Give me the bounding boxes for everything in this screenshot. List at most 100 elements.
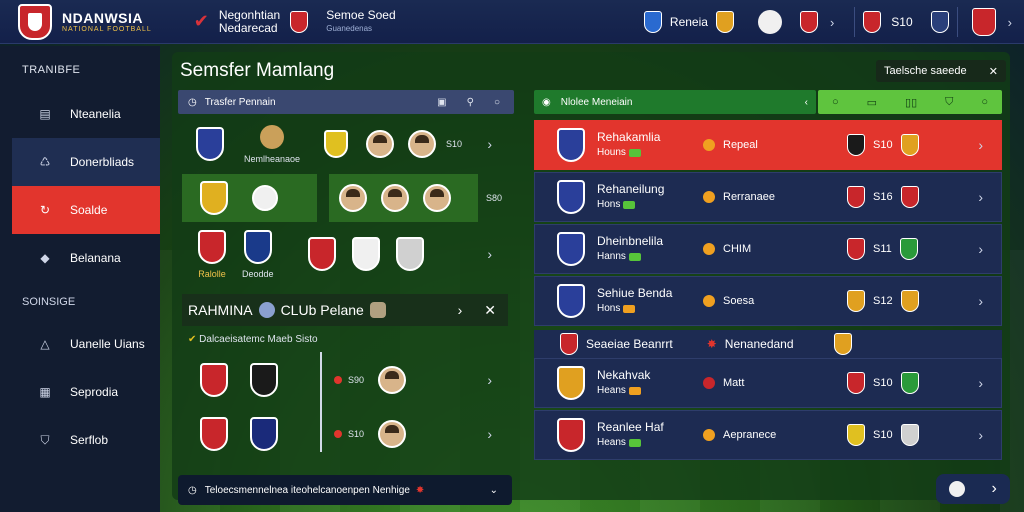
card-opponent: Rerranaee	[723, 191, 775, 203]
user-crest-icon[interactable]	[971, 8, 996, 36]
team-shield-icon	[847, 238, 865, 260]
top-score: S10	[891, 15, 913, 29]
club-crest-icon	[198, 229, 226, 264]
nav-link-2[interactable]: Semoe Soed Guanedenas	[326, 7, 396, 35]
chevron-left-icon[interactable]: ‹	[805, 97, 808, 108]
sidebar-item-nteanelia[interactable]: ▤ Nteanelia	[12, 90, 160, 138]
grid-icon[interactable]: ▯▯	[905, 96, 917, 109]
team-crest-icon-5	[930, 11, 949, 33]
circle-icon-2[interactable]: ○	[981, 96, 988, 108]
sidebar-item-donerbliads[interactable]: ♺ Donerbliads	[12, 138, 160, 186]
ball-icon[interactable]	[757, 10, 782, 34]
right-team-name[interactable]: Reneia	[670, 15, 708, 29]
sidebar-item-label: Soalde	[70, 203, 108, 217]
sidebar-item-seprodia[interactable]: ▦ Seprodia	[12, 368, 160, 416]
sidebar-item-label: Seprodia	[70, 385, 119, 399]
player-avatar-3	[423, 184, 452, 212]
chevron-right-icon[interactable]: ›	[978, 137, 983, 153]
search-icon[interactable]: ⚲	[467, 97, 474, 108]
circle-icon[interactable]: ○	[832, 96, 839, 108]
chevron-right-icon[interactable]: ›	[487, 246, 492, 262]
sidebar-item-uanelle-uians[interactable]: △ Uanelle Uians	[12, 320, 160, 368]
close-icon[interactable]: ✕	[989, 65, 998, 78]
club-crest-icon	[290, 10, 309, 33]
circle-icon[interactable]: ○	[494, 97, 500, 108]
sidebar-item-soalde[interactable]: ↻ Soalde	[12, 186, 160, 234]
club-row[interactable]: S90 ›	[182, 356, 502, 404]
divider-2	[956, 7, 958, 37]
chevron-right-icon[interactable]: ›	[487, 372, 492, 388]
club-crest-icon-2	[243, 229, 272, 264]
status-dot	[703, 429, 715, 441]
nav-link-2-line1: Semoe Soed	[326, 7, 396, 22]
divider-line	[320, 352, 322, 452]
team-shield-icon-2	[900, 424, 919, 446]
boot-icon	[252, 185, 278, 211]
club-row[interactable]: S10 ›	[182, 410, 502, 458]
card-score: S10	[873, 429, 893, 441]
chevron-right-icon[interactable]: ›	[487, 136, 492, 152]
boot-icon	[260, 124, 285, 149]
fixture-card[interactable]: Rehakamlia Houns Repeal S10 ›	[534, 120, 1002, 170]
chevron-right-icon[interactable]: ›	[458, 302, 463, 319]
transfer-row[interactable]: Ralolle Deodde ›	[182, 229, 502, 279]
team-shield-icon	[847, 186, 865, 208]
chevron-right-icon[interactable]: ›	[978, 427, 983, 443]
card-sub: Hons	[597, 199, 621, 210]
club-score: S10	[348, 429, 365, 439]
chevron-right-icon[interactable]: ›	[978, 189, 983, 205]
settings-button[interactable]: Taelsche saeede ✕	[876, 60, 1006, 82]
fixture-right-label: Nenanedand	[724, 337, 794, 351]
chevron-right-icon[interactable]: ›	[978, 293, 983, 309]
bottom-bar[interactable]: ◷ Teloecsmennelnea iteohelcanoenpen Nenh…	[178, 475, 512, 505]
close-icon[interactable]: ✕	[484, 302, 496, 319]
fixture-header-row[interactable]: Seaeiae Beanrrt ✸ Nenanedand	[534, 330, 1002, 358]
whistle-icon: ◆	[40, 251, 50, 265]
card-sub: Heans	[597, 385, 626, 396]
team-shield-icon	[847, 372, 865, 394]
club-crest-icon-4	[351, 237, 380, 271]
sidebar-item-label: Donerbliads	[70, 155, 135, 169]
sidebar-item-serflob[interactable]: ⛉ Serflob	[12, 416, 160, 464]
club-crest-icon	[200, 417, 228, 451]
club-crest-icon	[557, 418, 585, 452]
chevron-down-icon[interactable]: ⌄	[490, 485, 498, 496]
club-title: RAHMINA	[188, 302, 253, 318]
nav-link-1-line1: Negonhtian	[218, 7, 281, 22]
check-icon: ✔	[193, 11, 209, 31]
chevron-right-icon-2[interactable]: ›	[1008, 15, 1012, 30]
transfer-row[interactable]: S80	[182, 174, 502, 222]
shield-icon[interactable]: ⛉	[945, 96, 953, 109]
fixture-card[interactable]: Nekahvak Heans Matt S10 ›	[534, 358, 1002, 408]
chevron-right-icon[interactable]: ›	[830, 15, 834, 30]
app-logo[interactable]	[18, 3, 52, 40]
nav-link-1-line2: Nedarecad	[218, 20, 278, 35]
club-bar[interactable]: RAHMINA CLUb Pelane › ✕	[182, 294, 508, 326]
top-bar: NDANWSIA NATIONAL FOOTBALL ✔ Negonhtian …	[0, 0, 1024, 44]
card-sub: Houns	[597, 147, 626, 158]
tag-icon	[623, 304, 636, 313]
toggle-icon[interactable]: ◉	[542, 97, 551, 108]
nav-link-1[interactable]: Negonhtian Nedarecad	[218, 7, 281, 35]
nav-link-2-line2: Guanedenas	[326, 23, 373, 33]
transfer-row[interactable]: Nemlheanaoe S10 ›	[182, 120, 502, 168]
card-name: Rehakamlia	[597, 130, 661, 144]
list-icon[interactable]: ▭	[867, 96, 877, 109]
grid-icon[interactable]: ▣	[437, 97, 446, 108]
team-shield-icon-2	[900, 290, 919, 312]
main-panel: Semsfer Mamlang Taelsche saeede ✕ ◷ Tras…	[172, 52, 1010, 505]
bottom-label: Teloecsmennelnea iteohelcanoenpen Nenhig…	[204, 484, 410, 496]
fixture-card[interactable]: Dheinbnelila Hanns CHIM S11 ›	[534, 224, 1002, 274]
tag-icon	[628, 438, 641, 447]
chevron-right-icon[interactable]: ›	[978, 375, 983, 391]
floating-action-button[interactable]: ›	[936, 474, 1010, 504]
player-avatar-2	[381, 184, 410, 212]
chevron-right-icon[interactable]: ›	[487, 426, 492, 442]
fixture-card[interactable]: Reanlee Haf Heans Aepranece S10 ›	[534, 410, 1002, 460]
brand: NDANWSIA NATIONAL FOOTBALL	[62, 10, 152, 33]
fixture-card[interactable]: Sehiue Benda Hons Soesa S12 ›	[534, 276, 1002, 326]
sidebar-item-label: Belanana	[70, 251, 121, 265]
fixture-card[interactable]: Rehaneilung Hons Rerranaee S16 ›	[534, 172, 1002, 222]
sidebar-item-belanana[interactable]: ◆ Belanana	[12, 234, 160, 282]
chevron-right-icon[interactable]: ›	[978, 241, 983, 257]
